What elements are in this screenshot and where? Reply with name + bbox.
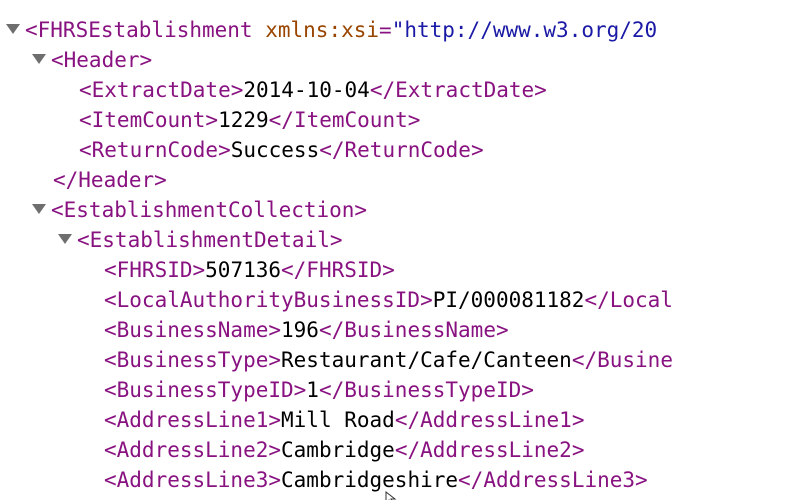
extract-date-open-tag: <ExtractDate>	[79, 78, 244, 102]
address-line1-value: Mill Road	[281, 408, 395, 432]
business-name-value: 196	[281, 318, 319, 342]
root-attribute-value: "http://www.w3.org/20	[391, 18, 658, 42]
business-type-value: Restaurant/Cafe/Canteen	[281, 348, 572, 372]
header-open-tag: <Header>	[51, 48, 153, 72]
item-count-value: 1229	[218, 108, 269, 132]
extract-date-line: <ExtractDate>2014-10-04</ExtractDate>	[79, 75, 547, 105]
address-line2-open-tag: <AddressLine2>	[104, 438, 282, 462]
pointer-cursor-icon	[385, 490, 397, 500]
establishment-collection-line: <EstablishmentCollection>	[32, 195, 367, 225]
business-name-close-tag: </BusinessName>	[318, 318, 509, 342]
address-line1-close-tag: </AddressLine1>	[394, 408, 585, 432]
address-line3-close-tag: </AddressLine3>	[458, 468, 648, 492]
header-open-line: <Header>	[32, 45, 152, 75]
collapse-collection-toggle-icon[interactable]	[32, 204, 46, 214]
return-code-open-tag: <ReturnCode>	[79, 138, 231, 162]
business-name-line: <BusinessName>196</BusinessName>	[104, 315, 509, 345]
address-line1-open-tag: <AddressLine1>	[104, 408, 282, 432]
la-business-id-value: PI/000081182	[432, 288, 585, 312]
fhrsid-open-tag: <FHRSID>	[104, 258, 206, 282]
la-business-id-line: <LocalAuthorityBusinessID>PI/000081182</…	[104, 285, 673, 315]
xml-tree-viewer: <FHRSEstablishment xmlns:xsi="http://www…	[0, 0, 800, 500]
business-type-close-tag: </Busine	[571, 348, 673, 372]
address-line2-close-tag: </AddressLine2>	[394, 438, 585, 462]
root-attribute-equals: =	[379, 18, 392, 42]
header-close-tag: </Header>	[53, 168, 167, 192]
item-count-line: <ItemCount>1229</ItemCount>	[79, 105, 420, 135]
address-line1-line: <AddressLine1>Mill Road</AddressLine1>	[104, 405, 584, 435]
root-attribute-name: xmlns:xsi	[265, 18, 380, 42]
return-code-value: Success	[230, 138, 320, 162]
extract-date-close-tag: </ExtractDate>	[369, 78, 547, 102]
business-type-id-line: <BusinessTypeID>1</BusinessTypeID>	[104, 375, 534, 405]
header-close-line: </Header>	[53, 165, 167, 195]
fhrsid-close-tag: </FHRSID>	[281, 258, 395, 282]
root-open-tag: <FHRSEstablishment	[25, 18, 253, 42]
business-type-id-value: 1	[306, 378, 319, 402]
collapse-header-toggle-icon[interactable]	[32, 54, 46, 64]
establishment-detail-line: <EstablishmentDetail>	[58, 225, 343, 255]
collapse-detail-toggle-icon[interactable]	[58, 234, 72, 244]
extract-date-value: 2014-10-04	[243, 78, 370, 102]
fhrsid-line: <FHRSID>507136</FHRSID>	[104, 255, 395, 285]
business-type-id-open-tag: <BusinessTypeID>	[104, 378, 307, 402]
return-code-line: <ReturnCode>Success</ReturnCode>	[79, 135, 484, 165]
return-code-close-tag: </ReturnCode>	[319, 138, 484, 162]
address-line3-open-tag: <AddressLine3>	[104, 468, 282, 492]
address-line2-line: <AddressLine2>Cambridge</AddressLine2>	[104, 435, 584, 465]
la-business-id-open-tag: <LocalAuthorityBusinessID>	[104, 288, 433, 312]
xml-root-line: <FHRSEstablishment xmlns:xsi="http://www…	[6, 15, 657, 45]
collapse-root-toggle-icon[interactable]	[6, 24, 20, 34]
address-line3-line: <AddressLine3>Cambridgeshire</AddressLin…	[104, 465, 648, 495]
fhrsid-value: 507136	[205, 258, 282, 282]
item-count-open-tag: <ItemCount>	[79, 108, 219, 132]
establishment-detail-open-tag: <EstablishmentDetail>	[77, 228, 343, 252]
la-business-id-close-tag: </Local	[584, 288, 673, 312]
establishment-collection-open-tag: <EstablishmentCollection>	[51, 198, 368, 222]
business-type-id-close-tag: </BusinessTypeID>	[318, 378, 534, 402]
address-line2-value: Cambridge	[281, 438, 395, 462]
item-count-close-tag: </ItemCount>	[268, 108, 421, 132]
business-type-open-tag: <BusinessType>	[104, 348, 282, 372]
business-type-line: <BusinessType>Restaurant/Cafe/Canteen</B…	[104, 345, 673, 375]
address-line3-value: Cambridgeshire	[281, 468, 459, 492]
business-name-open-tag: <BusinessName>	[104, 318, 282, 342]
